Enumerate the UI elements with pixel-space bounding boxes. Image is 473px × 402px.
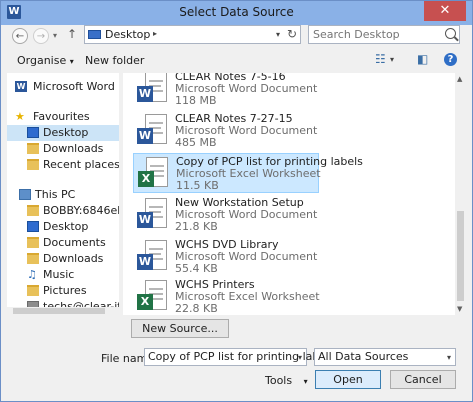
file-size: 11.5 KB — [176, 179, 219, 192]
word-document-icon: W — [137, 114, 167, 147]
sidebar-item-microsoft-word[interactable]: W Microsoft Word — [7, 79, 119, 95]
music-icon: ♫ — [27, 268, 37, 281]
file-size: 21.8 KB — [175, 220, 218, 233]
address-dropdown-icon[interactable]: ▾ — [276, 30, 280, 39]
scroll-down-icon[interactable]: ▼ — [457, 305, 462, 313]
title-bar: W Select Data Source ✕ — [1, 1, 472, 25]
word-document-icon: W — [137, 240, 167, 273]
documents-icon — [27, 237, 39, 248]
close-button[interactable]: ✕ — [424, 1, 466, 21]
organise-label: Organise — [17, 54, 67, 67]
chevron-right-icon[interactable]: ▸ — [153, 29, 157, 38]
tools-label: Tools — [265, 374, 293, 387]
dialog-title: Select Data Source — [179, 5, 294, 19]
file-name-value[interactable]: Copy of PCP list for printing labels — [148, 350, 335, 363]
organise-button[interactable]: Organise ▾ — [17, 54, 74, 67]
downloads-icon — [27, 143, 39, 154]
organise-dropdown-icon: ▾ — [69, 57, 74, 66]
sidebar-item-label: Recent places — [43, 158, 119, 171]
sidebar-horizontal-scrollbar[interactable] — [7, 307, 119, 315]
sidebar-item-label: BOBBY:6846ebe6 — [43, 204, 119, 217]
desktop-icon — [27, 221, 39, 232]
forward-button[interactable]: → — [33, 28, 49, 44]
search-box[interactable] — [308, 25, 460, 44]
sidebar-item-label: Desktop — [43, 220, 89, 233]
file-item-selected[interactable]: X Copy of PCP list for printing labels M… — [133, 153, 363, 193]
address-bar[interactable]: Desktop ▸ ▾ ↻ — [84, 25, 301, 44]
file-item[interactable]: W WCHS DVD Library Microsoft Word Docume… — [133, 237, 319, 277]
pictures-icon — [27, 285, 39, 296]
sidebar-item-label: Downloads — [43, 142, 104, 155]
address-location[interactable]: Desktop — [105, 28, 150, 41]
tools-button[interactable]: Tools ▾ — [265, 374, 308, 387]
file-list-vertical-scrollbar[interactable]: ▲ ▼ — [455, 73, 466, 315]
sidebar-item-pictures[interactable]: Pictures — [7, 283, 119, 299]
sidebar-item-bobby[interactable]: BOBBY:6846ebe6 — [7, 203, 119, 219]
computer-icon — [19, 189, 31, 200]
file-item[interactable]: X WCHS Printers Microsoft Excel Workshee… — [133, 277, 320, 315]
preview-pane-icon[interactable]: ◧ — [417, 52, 428, 66]
sidebar-item-label: Microsoft Word — [33, 80, 115, 93]
open-button[interactable]: Open — [315, 370, 381, 389]
view-dropdown-icon[interactable]: ▾ — [390, 55, 394, 64]
file-size: 22.8 KB — [175, 302, 218, 315]
sidebar-item-label: Music — [43, 268, 75, 281]
search-input[interactable] — [313, 27, 438, 42]
sidebar-item-label: Downloads — [43, 252, 104, 265]
help-icon[interactable]: ? — [444, 53, 457, 66]
sidebar-item-downloads[interactable]: Downloads — [7, 141, 119, 157]
sidebar-item-pc-downloads[interactable]: Downloads — [7, 251, 119, 267]
star-icon: ★ — [15, 110, 25, 123]
scrollbar-thumb[interactable] — [457, 211, 464, 301]
change-view-icon[interactable]: ☷ — [375, 52, 386, 66]
back-button[interactable]: ← — [12, 28, 28, 44]
new-source-button[interactable]: New Source... — [131, 319, 229, 338]
sidebar-item-recent-places[interactable]: Recent places — [7, 157, 119, 173]
navigation-pane: W Microsoft Word ★ Favourites Desktop Do… — [7, 73, 119, 315]
folder-icon — [27, 205, 39, 216]
sidebar-item-this-pc[interactable]: This PC — [7, 187, 119, 203]
excel-worksheet-icon: X — [138, 157, 168, 190]
file-item[interactable]: W CLEAR Notes 7-5-16 Microsoft Word Docu… — [133, 73, 319, 109]
new-folder-button[interactable]: New folder — [85, 54, 144, 67]
file-list: W CLEAR Notes 7-5-16 Microsoft Word Docu… — [123, 73, 459, 315]
recent-locations-dropdown-icon[interactable]: ▾ — [53, 31, 57, 40]
sidebar-item-documents[interactable]: Documents — [7, 235, 119, 251]
tools-dropdown-icon: ▾ — [303, 377, 308, 386]
sidebar-item-desktop[interactable]: Desktop — [7, 125, 119, 141]
downloads-icon — [27, 253, 39, 264]
sidebar-item-music[interactable]: ♫ Music — [7, 267, 119, 283]
word-document-icon: W — [137, 198, 167, 231]
file-item[interactable]: W New Workstation Setup Microsoft Word D… — [133, 195, 319, 235]
file-name-field[interactable]: Copy of PCP list for printing labels ▾ — [144, 348, 335, 366]
desktop-icon — [27, 127, 39, 138]
scrollbar-thumb[interactable] — [13, 308, 105, 314]
search-icon[interactable] — [445, 28, 456, 39]
file-size: 55.4 KB — [175, 262, 218, 275]
sidebar-item-pc-desktop[interactable]: Desktop — [7, 219, 119, 235]
file-name-dropdown-icon[interactable]: ▾ — [298, 353, 302, 362]
sidebar-item-label: Pictures — [43, 284, 87, 297]
word-document-icon: W — [137, 73, 167, 105]
file-size: 485 MB — [175, 136, 217, 149]
word-icon: W — [15, 81, 27, 92]
sidebar-item-label: This PC — [35, 188, 76, 201]
desktop-icon — [88, 30, 101, 39]
file-type-filter-select[interactable]: All Data Sources ▾ — [314, 348, 456, 366]
file-item[interactable]: W CLEAR Notes 7-27-15 Microsoft Word Doc… — [133, 111, 319, 151]
scroll-up-icon[interactable]: ▲ — [457, 75, 462, 83]
sidebar-item-label: Favourites — [33, 110, 90, 123]
filter-dropdown-icon[interactable]: ▾ — [447, 353, 451, 362]
select-data-source-dialog: W Select Data Source ✕ ← → ▾ ↑ Desktop ▸… — [0, 0, 473, 402]
sidebar-item-label: Desktop — [43, 126, 89, 139]
sidebar-item-label: Documents — [43, 236, 106, 249]
filter-value[interactable]: All Data Sources — [318, 350, 408, 363]
recent-places-icon — [27, 159, 39, 170]
up-button[interactable]: ↑ — [67, 27, 77, 41]
excel-worksheet-icon: X — [137, 280, 167, 313]
refresh-icon[interactable]: ↻ — [287, 27, 297, 41]
cancel-button[interactable]: Cancel — [390, 370, 456, 389]
file-size: 118 MB — [175, 94, 217, 107]
sidebar-item-favourites[interactable]: ★ Favourites — [7, 109, 119, 125]
